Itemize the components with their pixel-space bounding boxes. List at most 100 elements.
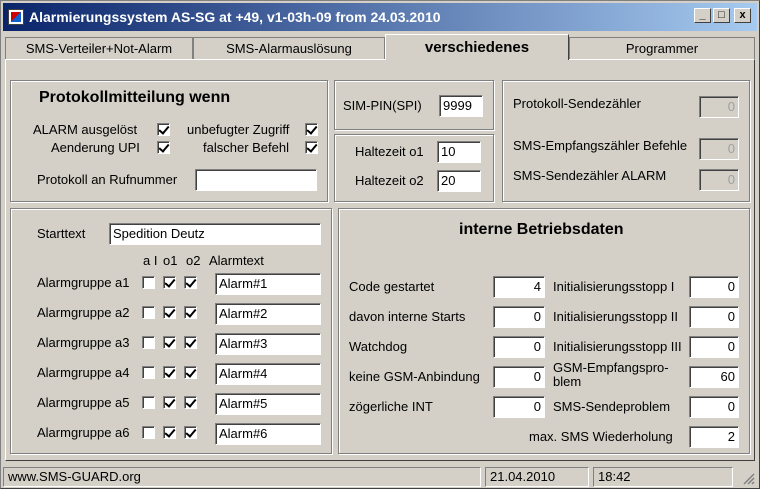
tab-verschiedenes[interactable]: verschiedenes bbox=[385, 34, 569, 60]
sim-pin-input[interactable]: 9999 bbox=[439, 95, 483, 117]
haltezeit-group: Haltezeit o1 10 Haltezeit o2 20 bbox=[334, 134, 494, 202]
a3-o2-checkbox[interactable] bbox=[184, 336, 197, 349]
haltezeit-o2-input[interactable]: 20 bbox=[437, 170, 481, 192]
a5-alarmtext-input[interactable]: Alarm#5 bbox=[215, 393, 321, 415]
interne-starts-label: davon interne Starts bbox=[349, 309, 466, 324]
protokoll-heading: Protokollmitteilung wenn bbox=[39, 89, 231, 106]
code-gestartet-field: 4 bbox=[493, 276, 545, 298]
status-url: www.SMS-GUARD.org bbox=[3, 467, 481, 487]
rufnummer-label: Protokoll an Rufnummer bbox=[37, 172, 178, 187]
tab-sms-verteiler[interactable]: SMS-Verteiler+Not-Alarm bbox=[5, 37, 193, 59]
betriebsdaten-heading: interne Betriebsdaten bbox=[459, 221, 624, 238]
a2-o2-checkbox[interactable] bbox=[184, 306, 197, 319]
starttext-input[interactable]: Spedition Deutz bbox=[109, 223, 321, 245]
sim-pin-group: SIM-PIN(SPI) 9999 bbox=[334, 80, 494, 130]
a6-a-checkbox[interactable] bbox=[142, 426, 155, 439]
close-button[interactable]: x bbox=[734, 8, 751, 23]
sms-sendeproblem-field: 0 bbox=[689, 396, 739, 418]
alarmgruppe-a3-label: Alarmgruppe a3 bbox=[37, 335, 130, 350]
a6-alarmtext-input[interactable]: Alarm#6 bbox=[215, 423, 321, 445]
resize-grip-icon[interactable] bbox=[737, 467, 757, 487]
falscher-befehl-checkbox[interactable] bbox=[305, 141, 318, 154]
keine-gsm-anbindung-field: 0 bbox=[493, 366, 545, 388]
protokoll-group: Protokollmitteilung wenn ALARM ausgelöst… bbox=[10, 80, 328, 202]
init-stopp-2-label: Initialisierungsstopp II bbox=[553, 309, 679, 324]
zaehler-group: Protokoll-Sendezähler 0 SMS-Empfangszähl… bbox=[502, 80, 750, 202]
a1-alarmtext-input[interactable]: Alarm#1 bbox=[215, 273, 321, 295]
a5-a-checkbox[interactable] bbox=[142, 396, 155, 409]
init-stopp-3-field: 0 bbox=[689, 336, 739, 358]
init-stopp-1-label: Initialisierungsstopp I bbox=[553, 279, 675, 294]
a1-o1-checkbox[interactable] bbox=[163, 276, 176, 289]
interne-starts-field: 0 bbox=[493, 306, 545, 328]
main-window: Alarmierungssystem AS-SG at +49, v1-03h-… bbox=[0, 0, 760, 489]
alarm-ausgeloest-label: ALARM ausgelöst bbox=[33, 122, 138, 137]
haltezeit-o2-label: Haltezeit o2 bbox=[355, 173, 424, 188]
a2-alarmtext-input[interactable]: Alarm#2 bbox=[215, 303, 321, 325]
alarmgruppen-group: Starttext Spedition Deutz a I o1 o2 Alar… bbox=[10, 208, 332, 454]
unbefugter-zugriff-label: unbefugter Zugriff bbox=[187, 122, 290, 137]
zoegerliche-int-field: 0 bbox=[493, 396, 545, 418]
header-a: a I bbox=[143, 253, 158, 268]
aenderung-upi-checkbox[interactable] bbox=[157, 141, 170, 154]
status-bar: www.SMS-GUARD.org 21.04.2010 18:42 bbox=[3, 467, 759, 488]
maximize-button[interactable]: □ bbox=[713, 8, 730, 23]
tab-strip: SMS-Verteiler+Not-Alarm SMS-Alarmauslösu… bbox=[3, 34, 757, 60]
a6-o1-checkbox[interactable] bbox=[163, 426, 176, 439]
tab-sms-alarmausloesung[interactable]: SMS-Alarmauslösung bbox=[193, 37, 385, 59]
falscher-befehl-label: falscher Befehl bbox=[203, 140, 289, 155]
betriebsdaten-group: interne Betriebsdaten Code gestartet 4 d… bbox=[338, 208, 750, 454]
alarmgruppe-a2-label: Alarmgruppe a2 bbox=[37, 305, 130, 320]
header-o1: o1 bbox=[163, 253, 178, 268]
alarm-ausgeloest-checkbox[interactable] bbox=[157, 123, 170, 136]
header-alarmtext: Alarmtext bbox=[209, 253, 264, 268]
sim-pin-label: SIM-PIN(SPI) bbox=[343, 98, 422, 113]
a3-alarmtext-input[interactable]: Alarm#3 bbox=[215, 333, 321, 355]
alarmgruppe-a1-label: Alarmgruppe a1 bbox=[37, 275, 130, 290]
gsm-empfangsproblem-label-line1: GSM-Empfangspro- bbox=[553, 360, 669, 375]
rufnummer-input[interactable] bbox=[195, 169, 317, 191]
a2-a-checkbox[interactable] bbox=[142, 306, 155, 319]
a4-a-checkbox[interactable] bbox=[142, 366, 155, 379]
init-stopp-3-label: Initialisierungsstopp III bbox=[553, 339, 682, 354]
status-date: 21.04.2010 bbox=[485, 467, 589, 487]
a4-alarmtext-input[interactable]: Alarm#4 bbox=[215, 363, 321, 385]
aenderung-upi-label: Aenderung UPI bbox=[51, 140, 140, 155]
init-stopp-2-field: 0 bbox=[689, 306, 739, 328]
a4-o2-checkbox[interactable] bbox=[184, 366, 197, 379]
alarmgruppe-a4-label: Alarmgruppe a4 bbox=[37, 365, 130, 380]
gsm-empfangsproblem-label-line2: blem bbox=[553, 374, 582, 389]
code-gestartet-label: Code gestartet bbox=[349, 279, 435, 294]
a5-o2-checkbox[interactable] bbox=[184, 396, 197, 409]
a6-o2-checkbox[interactable] bbox=[184, 426, 197, 439]
app-icon[interactable] bbox=[8, 9, 24, 25]
watchdog-label: Watchdog bbox=[349, 339, 408, 354]
a3-a-checkbox[interactable] bbox=[142, 336, 155, 349]
window-title: Alarmierungssystem AS-SG at +49, v1-03h-… bbox=[29, 9, 441, 25]
max-sms-wiederholung-input[interactable]: 2 bbox=[689, 426, 739, 448]
tab-programmer[interactable]: Programmer bbox=[569, 37, 755, 59]
sms-empfangszaehler-field: 0 bbox=[699, 138, 739, 160]
a1-o2-checkbox[interactable] bbox=[184, 276, 197, 289]
a2-o1-checkbox[interactable] bbox=[163, 306, 176, 319]
alarmgruppe-a5-label: Alarmgruppe a5 bbox=[37, 395, 130, 410]
zoegerliche-int-label: zögerliche INT bbox=[349, 399, 433, 414]
a3-o1-checkbox[interactable] bbox=[163, 336, 176, 349]
a1-a-checkbox[interactable] bbox=[142, 276, 155, 289]
protokoll-sendezaehler-field: 0 bbox=[699, 96, 739, 118]
max-sms-wiederholung-label: max. SMS Wiederholung bbox=[529, 429, 673, 444]
status-time: 18:42 bbox=[593, 467, 733, 487]
protokoll-sendezaehler-label: Protokoll-Sendezähler bbox=[513, 96, 641, 111]
haltezeit-o1-input[interactable]: 10 bbox=[437, 141, 481, 163]
haltezeit-o1-label: Haltezeit o1 bbox=[355, 144, 424, 159]
sms-sendeproblem-label: SMS-Sendeproblem bbox=[553, 399, 671, 414]
starttext-label: Starttext bbox=[37, 226, 86, 241]
minimize-button[interactable]: _ bbox=[694, 8, 711, 23]
a5-o1-checkbox[interactable] bbox=[163, 396, 176, 409]
unbefugter-zugriff-checkbox[interactable] bbox=[305, 123, 318, 136]
keine-gsm-anbindung-label: keine GSM-Anbindung bbox=[349, 369, 480, 384]
gsm-empfangsproblem-label: GSM-Empfangspro-blem bbox=[553, 361, 669, 389]
a4-o1-checkbox[interactable] bbox=[163, 366, 176, 379]
title-bar[interactable]: Alarmierungssystem AS-SG at +49, v1-03h-… bbox=[3, 3, 757, 31]
gsm-empfangsproblem-field: 60 bbox=[689, 366, 739, 388]
